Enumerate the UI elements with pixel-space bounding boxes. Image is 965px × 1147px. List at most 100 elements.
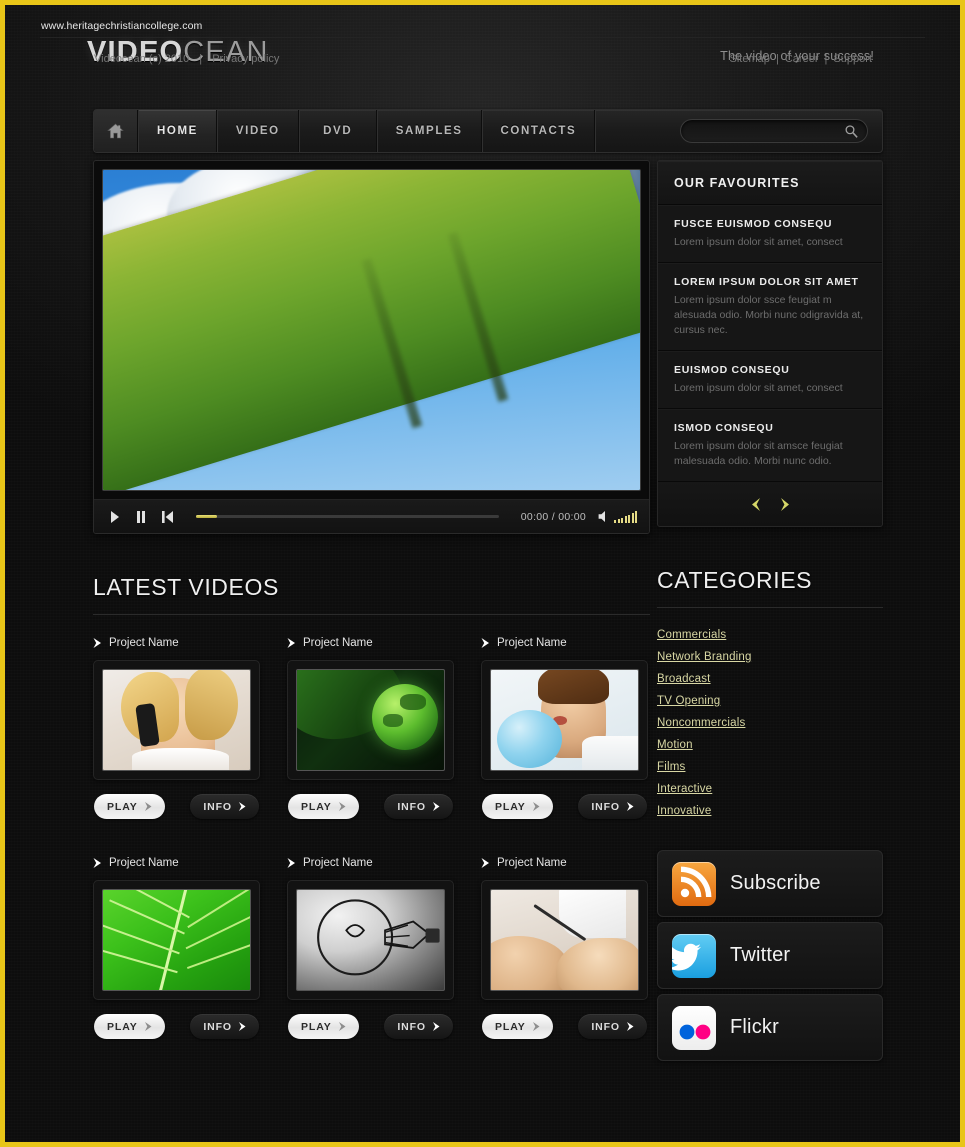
category-link-broadcast[interactable]: Broadcast bbox=[657, 668, 883, 690]
search-icon[interactable] bbox=[844, 124, 859, 139]
footer-copyright: Videocean (c) 2010 | Privacy policy bbox=[94, 53, 279, 65]
volume-bars bbox=[614, 511, 637, 523]
info-button[interactable]: INFO bbox=[384, 1014, 453, 1039]
category-link-network-branding[interactable]: Network Branding bbox=[657, 646, 883, 668]
play-button[interactable]: PLAY bbox=[94, 1014, 165, 1039]
twitter-button[interactable]: Twitter bbox=[657, 922, 883, 989]
play-button[interactable]: PLAY bbox=[288, 1014, 359, 1039]
video-card: Project Name PLAY INFO bbox=[287, 631, 454, 819]
video-card-title[interactable]: Project Name bbox=[287, 851, 454, 880]
info-label: INFO bbox=[397, 1020, 426, 1033]
thumbnail-hands-writing[interactable] bbox=[490, 889, 639, 991]
favourites-item[interactable]: LOREM IPSUM DOLOR SIT AMET Lorem ipsum d… bbox=[658, 263, 882, 351]
thumbnail-woman-blue-balloon[interactable] bbox=[490, 669, 639, 771]
info-button[interactable]: INFO bbox=[578, 794, 647, 819]
thumbnail-green-globe[interactable] bbox=[296, 669, 445, 771]
info-button[interactable]: INFO bbox=[578, 1014, 647, 1039]
nav-label: VIDEO bbox=[235, 125, 280, 137]
favourites-next-button[interactable] bbox=[778, 496, 792, 512]
play-label: PLAY bbox=[107, 800, 138, 813]
twitter-glyph bbox=[672, 943, 701, 970]
rss-glyph bbox=[680, 866, 712, 897]
nav-item-contacts[interactable]: CONTACTS bbox=[481, 110, 596, 152]
video-card-title[interactable]: Project Name bbox=[481, 631, 648, 660]
chevron-right-icon bbox=[144, 1022, 152, 1031]
nav-spacer bbox=[595, 110, 680, 152]
nav-home-icon-button[interactable] bbox=[94, 110, 138, 152]
latest-videos-section: LATEST VIDEOS Project Name PLAY INFO Pro… bbox=[93, 574, 650, 1049]
footer-link-support[interactable]: Support bbox=[830, 53, 875, 65]
subscribe-button[interactable]: Subscribe bbox=[657, 850, 883, 917]
categories-heading: CATEGORIES bbox=[657, 567, 883, 608]
site-url: www.heritagechristiancollege.com bbox=[41, 20, 203, 32]
nav-item-home[interactable]: HOME bbox=[138, 110, 217, 152]
info-button[interactable]: INFO bbox=[190, 1014, 259, 1039]
footer-link-sitemap[interactable]: Sitemap bbox=[727, 53, 773, 65]
thumbnail-lightbulb[interactable] bbox=[296, 889, 445, 991]
chevron-left-icon bbox=[751, 497, 760, 511]
player-controls: 00:00 / 00:00 bbox=[94, 499, 649, 533]
chevron-right-icon bbox=[144, 802, 152, 811]
play-button[interactable]: PLAY bbox=[94, 794, 165, 819]
volume-control[interactable] bbox=[598, 510, 637, 523]
subscribe-label: Subscribe bbox=[730, 872, 821, 894]
favourites-item-text: Lorem ipsum dolor sit amet, consect bbox=[674, 236, 843, 248]
thumbnail-shell bbox=[93, 880, 260, 1000]
speaker-icon bbox=[598, 511, 605, 522]
chevron-right-icon bbox=[481, 858, 489, 868]
category-link-films[interactable]: Films bbox=[657, 756, 883, 778]
privacy-policy-link[interactable]: Privacy policy bbox=[212, 53, 279, 65]
video-card: Project Name PLAY INFO bbox=[93, 631, 260, 819]
favourites-item[interactable]: ISMOD CONSEQU Lorem ipsum dolor sit amsc… bbox=[658, 409, 882, 482]
category-link-interactive[interactable]: Interactive bbox=[657, 778, 883, 800]
video-card: Project Name PLAY INFO bbox=[93, 851, 260, 1039]
left-column: 00:00 / 00:00 LATEST VIDEOS Project Name… bbox=[93, 160, 650, 1049]
play-button[interactable]: PLAY bbox=[482, 794, 553, 819]
favourites-item[interactable]: FUSCE EUISMOD CONSEQU Lorem ipsum dolor … bbox=[658, 205, 882, 263]
info-button[interactable]: INFO bbox=[190, 794, 259, 819]
footer-separator: | bbox=[775, 53, 779, 65]
thumbnail-woman-on-phone[interactable] bbox=[102, 669, 251, 771]
category-link-innovative[interactable]: Innovative bbox=[657, 800, 883, 822]
category-link-tv-opening[interactable]: TV Opening bbox=[657, 690, 883, 712]
favourites-item[interactable]: EUISMOD CONSEQU Lorem ipsum dolor sit am… bbox=[658, 351, 882, 409]
play-button[interactable] bbox=[108, 510, 122, 524]
search-input[interactable] bbox=[681, 120, 867, 142]
rss-icon bbox=[672, 861, 716, 906]
video-card: Project Name PLAY INFO bbox=[481, 631, 648, 819]
video-card-title[interactable]: Project Name bbox=[481, 851, 648, 880]
progress-bar[interactable] bbox=[196, 515, 499, 518]
thumbnail-shell bbox=[93, 660, 260, 780]
twitter-icon bbox=[672, 933, 716, 978]
card-buttons: PLAY INFO bbox=[93, 1014, 260, 1039]
nav-item-video[interactable]: VIDEO bbox=[216, 110, 299, 152]
favourites-prev-button[interactable] bbox=[748, 496, 762, 512]
video-card-title[interactable]: Project Name bbox=[93, 631, 260, 660]
flickr-button[interactable]: Flickr bbox=[657, 994, 883, 1061]
play-label: PLAY bbox=[495, 1020, 526, 1033]
nav-item-samples[interactable]: SAMPLES bbox=[376, 110, 482, 152]
pause-button[interactable] bbox=[134, 510, 148, 524]
category-link-commercials[interactable]: Commercials bbox=[657, 624, 883, 646]
play-label: PLAY bbox=[301, 1020, 332, 1033]
favourites-item-text: Lorem ipsum dolor sit amsce feugiat male… bbox=[674, 440, 843, 467]
favourites-item-text: Lorem ipsum dolor ssce feugiat m alesuad… bbox=[674, 294, 864, 336]
play-label: PLAY bbox=[107, 1020, 138, 1033]
play-button[interactable]: PLAY bbox=[482, 1014, 553, 1039]
video-card-title[interactable]: Project Name bbox=[287, 631, 454, 660]
footer-link-career[interactable]: Career bbox=[782, 53, 822, 65]
flickr-label: Flickr bbox=[730, 1016, 779, 1038]
thumbnail-green-leaf[interactable] bbox=[102, 889, 251, 991]
play-button[interactable]: PLAY bbox=[288, 794, 359, 819]
previous-button[interactable] bbox=[160, 510, 174, 524]
video-card-title[interactable]: Project Name bbox=[93, 851, 260, 880]
footer-links: Sitemap | Career | Support bbox=[727, 53, 875, 65]
info-button[interactable]: INFO bbox=[384, 794, 453, 819]
favourites-panel: OUR FAVOURITES FUSCE EUISMOD CONSEQU Lor… bbox=[657, 160, 883, 527]
video-stage[interactable] bbox=[102, 169, 641, 491]
nav-item-dvd[interactable]: DVD bbox=[298, 110, 377, 152]
video-card-label: Project Name bbox=[303, 637, 373, 649]
category-link-motion[interactable]: Motion bbox=[657, 734, 883, 756]
card-buttons: PLAY INFO bbox=[287, 1014, 454, 1039]
category-link-noncommercials[interactable]: Noncommercials bbox=[657, 712, 883, 734]
